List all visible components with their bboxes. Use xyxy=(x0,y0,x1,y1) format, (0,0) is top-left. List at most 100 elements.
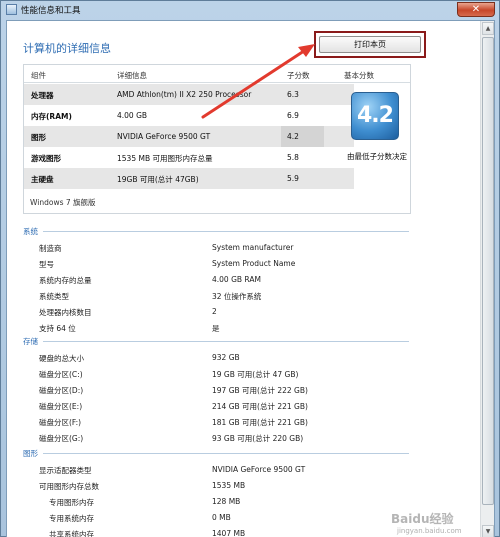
info-row: 磁盘分区(F:) 181 GB 可用(总计 221 GB) xyxy=(23,415,411,430)
info-value: 932 GB xyxy=(212,353,240,362)
page-title: 计算机的详细信息 xyxy=(23,42,111,55)
print-button-highlight: 打印本页 xyxy=(314,31,426,58)
component-detail: 4.00 GB xyxy=(117,111,148,120)
info-value: System Product Name xyxy=(212,259,296,268)
info-row: 共享系统内存 1407 MB xyxy=(23,527,411,537)
component-label: 游戏图形 xyxy=(31,154,61,163)
component-score: 6.9 xyxy=(287,111,299,120)
info-value: 197 GB 可用(总计 222 GB) xyxy=(212,386,308,395)
component-detail: 19GB 可用(总计 47GB) xyxy=(117,175,199,184)
header-base-score: 基本分数 xyxy=(344,71,374,80)
info-row: 处理器内核数目 2 xyxy=(23,305,411,320)
info-row: 专用系统内存 0 MB xyxy=(23,511,411,526)
section-title-storage: 存储 xyxy=(23,336,411,348)
section-title-text: 图形 xyxy=(23,449,38,458)
info-row: 显示适配器类型 NVIDIA GeForce 9500 GT xyxy=(23,463,411,478)
score-panel: 组件 详细信息 子分数 基本分数 处理器 AMD Athlon(tm) II X… xyxy=(23,64,411,214)
close-button[interactable]: ✕ xyxy=(457,2,495,17)
content-area: 计算机的详细信息 打印本页 组件 详细信息 子分数 基本分数 处理器 AMD A… xyxy=(6,20,495,537)
info-value: 2 xyxy=(212,307,217,316)
info-label: 系统内存的总量 xyxy=(39,276,92,285)
section-title-system: 系统 xyxy=(23,226,411,238)
section-title-graphics: 图形 xyxy=(23,448,411,460)
print-page-button[interactable]: 打印本页 xyxy=(319,36,421,53)
info-label: 型号 xyxy=(39,260,54,269)
info-value: 0 MB xyxy=(212,513,231,522)
component-label: 主硬盘 xyxy=(31,175,54,184)
info-label: 系统类型 xyxy=(39,292,69,301)
info-row: 可用图形内存总数 1535 MB xyxy=(23,479,411,494)
info-row: 支持 64 位 是 xyxy=(23,321,411,336)
info-row: 制造商 System manufacturer xyxy=(23,241,411,256)
info-label: 处理器内核数目 xyxy=(39,308,92,317)
window-title: 性能信息和工具 xyxy=(21,6,81,16)
info-label: 支持 64 位 xyxy=(39,324,76,333)
info-row: 专用图形内存 128 MB xyxy=(23,495,411,510)
section-divider xyxy=(43,231,409,232)
score-row-graphics: 图形 NVIDIA GeForce 9500 GT 4.2 xyxy=(24,126,354,147)
scroll-thumb[interactable] xyxy=(482,37,494,505)
scroll-down-icon[interactable]: ▼ xyxy=(482,525,494,537)
info-label: 专用图形内存 xyxy=(49,498,94,507)
info-row: 硬盘的总大小 932 GB xyxy=(23,351,411,366)
component-score: 5.8 xyxy=(287,153,299,162)
info-value: NVIDIA GeForce 9500 GT xyxy=(212,465,306,474)
score-row-gaming-graphics: 游戏图形 1535 MB 可用图形内存总量 5.8 xyxy=(24,147,354,168)
info-value: System manufacturer xyxy=(212,243,294,252)
info-value: 19 GB 可用(总计 47 GB) xyxy=(212,370,299,379)
info-row: 磁盘分区(C:) 19 GB 可用(总计 47 GB) xyxy=(23,367,411,382)
info-label: 制造商 xyxy=(39,244,62,253)
info-value: 214 GB 可用(总计 221 GB) xyxy=(212,402,308,411)
section-divider xyxy=(43,341,409,342)
info-label: 磁盘分区(D:) xyxy=(39,386,84,395)
info-row: 系统内存的总量 4.00 GB RAM xyxy=(23,273,411,288)
watermark-sub: jingyan.baidu.com xyxy=(397,527,462,535)
component-detail: 1535 MB 可用图形内存总量 xyxy=(117,154,213,163)
info-value: 1535 MB xyxy=(212,481,246,490)
info-value: 93 GB 可用(总计 220 GB) xyxy=(212,434,304,443)
info-label: 可用图形内存总数 xyxy=(39,482,99,491)
base-score-badge: 4.2 xyxy=(351,92,399,140)
info-row: 型号 System Product Name xyxy=(23,257,411,272)
info-value: 128 MB xyxy=(212,497,241,506)
score-table-header: 组件 详细信息 子分数 基本分数 xyxy=(24,65,410,83)
info-label: 磁盘分区(F:) xyxy=(39,418,82,427)
header-component: 组件 xyxy=(31,71,46,80)
info-value: 是 xyxy=(212,324,220,333)
title-bar: 性能信息和工具 ✕ xyxy=(1,1,499,19)
score-row-memory: 内存(RAM) 4.00 GB 6.9 xyxy=(24,105,354,126)
component-detail: NVIDIA GeForce 9500 GT xyxy=(117,132,211,141)
score-row-primary-disk: 主硬盘 19GB 可用(总计 47GB) 5.9 xyxy=(24,168,354,189)
info-label: 磁盘分区(C:) xyxy=(39,370,83,379)
component-label: 图形 xyxy=(31,133,46,142)
info-label: 磁盘分区(G:) xyxy=(39,434,84,443)
info-row: 磁盘分区(D:) 197 GB 可用(总计 222 GB) xyxy=(23,383,411,398)
section-title-text: 存储 xyxy=(23,337,38,346)
windows-edition: Windows 7 旗舰版 xyxy=(30,198,96,207)
baidu-watermark: Baidu经验 jingyan.baidu.com xyxy=(391,510,489,537)
header-subscore: 子分数 xyxy=(287,71,310,80)
component-score: 4.2 xyxy=(287,132,299,141)
scroll-up-icon[interactable]: ▲ xyxy=(482,22,494,35)
info-row: 系统类型 32 位操作系统 xyxy=(23,289,411,304)
info-value: 4.00 GB RAM xyxy=(212,275,261,284)
info-row: 磁盘分区(G:) 93 GB 可用(总计 220 GB) xyxy=(23,431,411,446)
info-row: 磁盘分区(E:) 214 GB 可用(总计 221 GB) xyxy=(23,399,411,414)
header-detail: 详细信息 xyxy=(117,71,147,80)
vertical-scrollbar[interactable]: ▲ ▼ xyxy=(480,21,494,537)
section-title-text: 系统 xyxy=(23,227,38,236)
component-label: 处理器 xyxy=(31,91,54,100)
section-divider xyxy=(43,453,409,454)
watermark-main: Baidu经验 xyxy=(391,512,454,526)
info-label: 磁盘分区(E:) xyxy=(39,402,83,411)
storage-section: 存储 硬盘的总大小 932 GB 磁盘分区(C:) 19 GB 可用(总计 47 G… xyxy=(23,336,411,448)
performance-window: 性能信息和工具 ✕ 计算机的详细信息 打印本页 组件 详细信息 子分数 基本分数… xyxy=(0,0,500,537)
info-value: 32 位操作系统 xyxy=(212,292,262,301)
system-section: 系统 制造商 System manufacturer 型号 System Produ… xyxy=(23,226,411,338)
info-value: 1407 MB xyxy=(212,529,246,537)
component-label: 内存(RAM) xyxy=(31,112,72,121)
info-label: 显示适配器类型 xyxy=(39,466,92,475)
window-icon xyxy=(6,4,17,15)
base-score-value: 4.2 xyxy=(357,103,394,128)
info-value: 181 GB 可用(总计 221 GB) xyxy=(212,418,308,427)
